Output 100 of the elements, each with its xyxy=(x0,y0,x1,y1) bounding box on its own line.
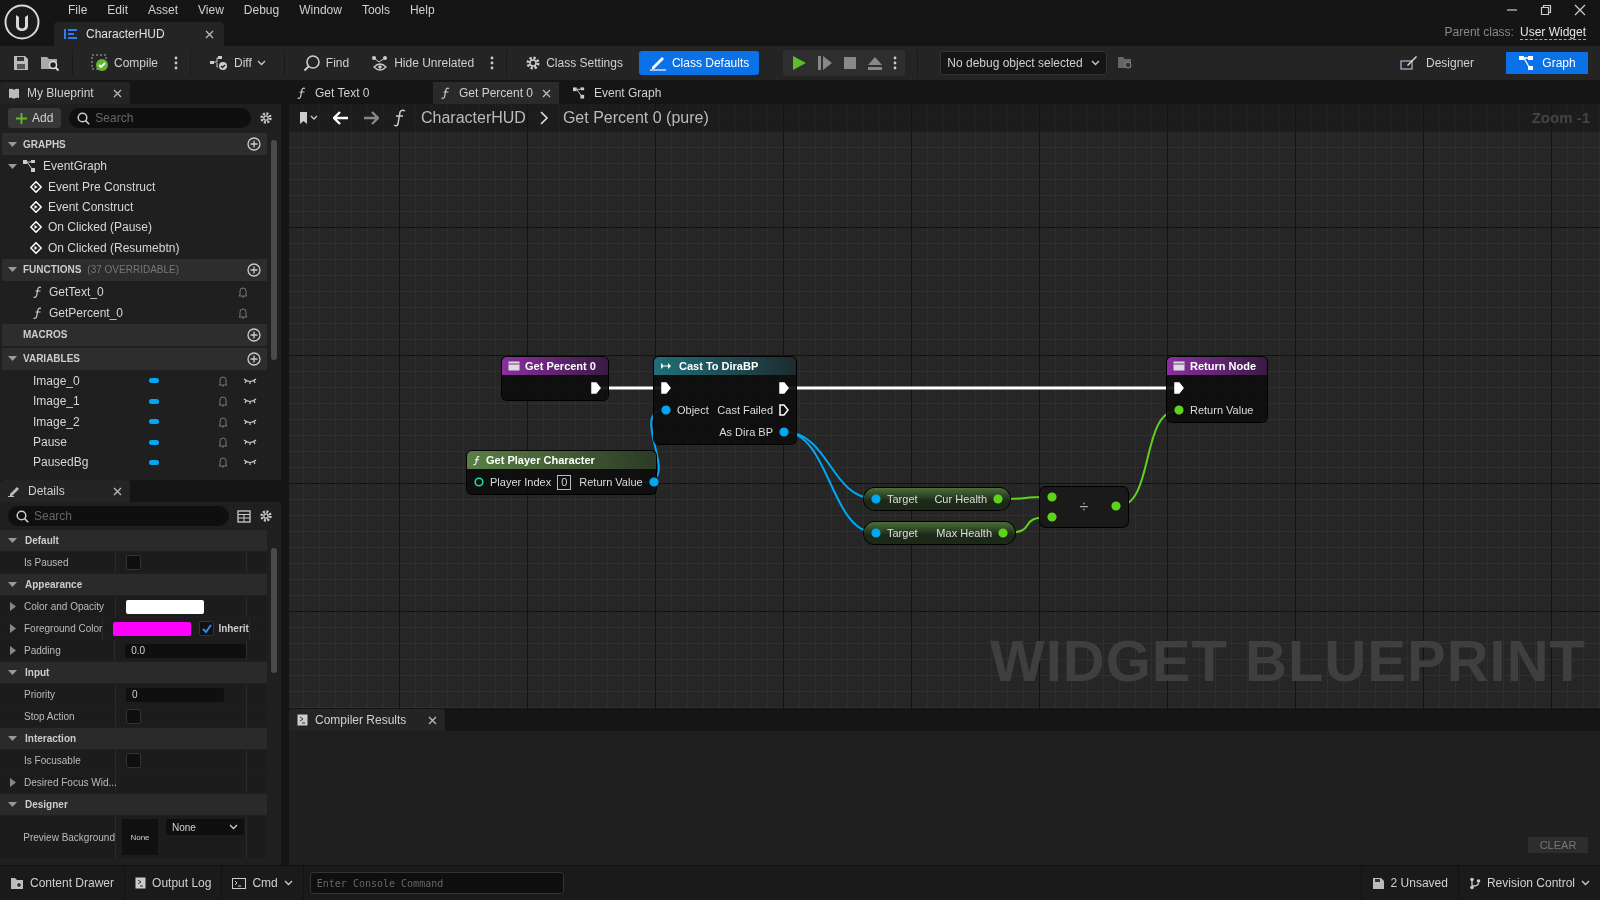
toolbar-button[interactable]: Class Settings xyxy=(519,51,629,75)
cmd-dropdown[interactable]: Cmd xyxy=(222,866,304,900)
graph-node[interactable]: Target Cur Health xyxy=(864,488,1010,510)
mode-button[interactable]: Graph xyxy=(1506,52,1588,74)
closed-eye-icon[interactable] xyxy=(243,438,257,447)
close-icon[interactable] xyxy=(1574,4,1586,16)
graph-tab[interactable]: Event Graph xyxy=(565,82,693,104)
expand-arrow-icon[interactable] xyxy=(8,801,17,808)
search-field[interactable]: Search xyxy=(69,108,251,128)
expand-arrow-icon[interactable] xyxy=(8,355,17,363)
more-options-icon[interactable] xyxy=(490,56,495,70)
bell-icon[interactable] xyxy=(217,436,229,449)
document-tab[interactable]: CharacterHUD xyxy=(54,22,224,46)
closed-eye-icon[interactable] xyxy=(243,417,257,426)
pin-icon[interactable] xyxy=(474,477,484,487)
pin-icon[interactable] xyxy=(1111,501,1121,511)
scrollbar[interactable] xyxy=(271,548,277,673)
search-field[interactable]: Search xyxy=(8,506,229,526)
content-drawer-button[interactable]: Content Drawer xyxy=(0,866,126,900)
revision-control-button[interactable]: Revision Control xyxy=(1457,866,1600,900)
tree-item[interactable]: Image_1 xyxy=(2,391,267,412)
pin-icon[interactable] xyxy=(779,427,789,437)
graph-node[interactable]: Target Max Health xyxy=(864,522,1015,544)
tree-item[interactable]: EventGraph xyxy=(2,156,267,177)
bell-icon[interactable] xyxy=(217,415,229,428)
expand-arrow-icon[interactable] xyxy=(8,581,17,588)
close-icon[interactable] xyxy=(205,29,214,39)
pin-icon[interactable] xyxy=(998,528,1008,538)
forward-arrow-icon[interactable] xyxy=(363,111,379,125)
expand-arrow-icon[interactable] xyxy=(8,537,17,544)
closed-eye-icon[interactable] xyxy=(243,458,257,467)
bell-icon[interactable] xyxy=(217,395,229,408)
settings-icon[interactable] xyxy=(259,111,273,125)
expand-arrow-icon[interactable] xyxy=(10,624,16,633)
bell-icon[interactable] xyxy=(217,456,229,469)
category-header[interactable]: Default xyxy=(0,530,267,551)
more-options-icon[interactable] xyxy=(893,56,898,70)
panel-tab[interactable]: Compiler Results xyxy=(289,709,445,731)
toolbar-button[interactable]: Hide Unrelated xyxy=(365,51,481,75)
graph-tab[interactable]: Get Percent 0 xyxy=(433,82,559,104)
panel-tab[interactable]: My Blueprint xyxy=(0,82,130,104)
closed-eye-icon[interactable] xyxy=(243,376,257,385)
exec-pin-icon[interactable] xyxy=(779,382,789,394)
tree-item[interactable]: GetText_0 xyxy=(2,281,267,303)
breadcrumb-item[interactable]: CharacterHUD xyxy=(421,109,526,127)
restore-icon[interactable] xyxy=(1540,4,1552,16)
debug-object-dropdown[interactable]: No debug object selected xyxy=(940,51,1107,75)
close-icon[interactable] xyxy=(113,88,122,98)
pin-icon[interactable] xyxy=(661,405,671,415)
expand-arrow-icon[interactable] xyxy=(10,646,16,655)
console-command-field[interactable]: Enter Console Command xyxy=(309,872,564,894)
color-swatch[interactable] xyxy=(113,621,192,636)
menu-item[interactable]: Window xyxy=(289,3,352,17)
pin-icon[interactable] xyxy=(871,528,881,538)
exec-pin-icon[interactable] xyxy=(1174,382,1184,394)
bell-icon[interactable] xyxy=(237,286,249,299)
graph-node[interactable]: Get Percent 0 xyxy=(502,357,608,400)
graph-node[interactable]: Return Node Return Value xyxy=(1167,357,1267,422)
add-circle-icon[interactable] xyxy=(247,137,261,151)
checkbox[interactable] xyxy=(199,621,215,636)
pin-icon[interactable] xyxy=(1174,405,1184,415)
play-icon[interactable] xyxy=(791,55,808,71)
tree-item[interactable]: On Clicked (Pause) xyxy=(2,217,267,238)
output-log-button[interactable]: Output Log xyxy=(125,866,223,900)
mode-button[interactable]: Designer xyxy=(1391,52,1482,74)
table-icon[interactable] xyxy=(237,509,251,523)
tree-item[interactable]: PausedBg xyxy=(2,452,267,473)
expand-arrow-icon[interactable] xyxy=(8,140,17,148)
category-header[interactable]: Appearance xyxy=(0,574,267,595)
menu-item[interactable]: File xyxy=(58,3,98,17)
close-icon[interactable] xyxy=(113,486,122,496)
expand-arrow-icon[interactable] xyxy=(10,778,16,787)
add-circle-icon[interactable] xyxy=(247,327,261,342)
category-header[interactable]: Input xyxy=(0,662,267,683)
toolbar-button[interactable]: Find xyxy=(296,51,356,75)
checkbox[interactable] xyxy=(126,555,141,570)
scrollbar[interactable] xyxy=(271,140,277,360)
expand-arrow-icon[interactable] xyxy=(8,669,17,676)
bookmark-icon[interactable] xyxy=(299,111,319,125)
tree-item[interactable]: Image_0 xyxy=(2,370,267,392)
section-header[interactable]: VARIABLES xyxy=(2,347,267,370)
menu-item[interactable]: View xyxy=(188,3,234,17)
expand-arrow-icon[interactable] xyxy=(8,266,17,274)
add-button[interactable]: Add xyxy=(8,108,62,128)
close-icon[interactable] xyxy=(428,715,437,725)
menu-item[interactable]: Help xyxy=(399,3,445,17)
save-icon[interactable] xyxy=(12,54,30,72)
expand-arrow-icon[interactable] xyxy=(8,735,17,742)
toolbar-button[interactable]: Compile xyxy=(85,51,164,75)
tree-item[interactable]: Event Pre Construct xyxy=(2,176,267,197)
closed-eye-icon[interactable] xyxy=(243,397,257,406)
toolbar-button[interactable]: Class Defaults xyxy=(638,51,760,75)
asset-dropdown[interactable]: None xyxy=(166,819,244,835)
pin-icon[interactable] xyxy=(871,494,881,504)
exec-pin-icon[interactable] xyxy=(779,404,789,416)
tree-item[interactable]: Event Construct xyxy=(2,196,267,218)
graph-node[interactable]: ÷ xyxy=(1040,487,1128,527)
category-header[interactable]: Designer xyxy=(0,794,267,815)
checkbox[interactable] xyxy=(126,709,141,724)
settings-icon[interactable] xyxy=(259,509,273,523)
